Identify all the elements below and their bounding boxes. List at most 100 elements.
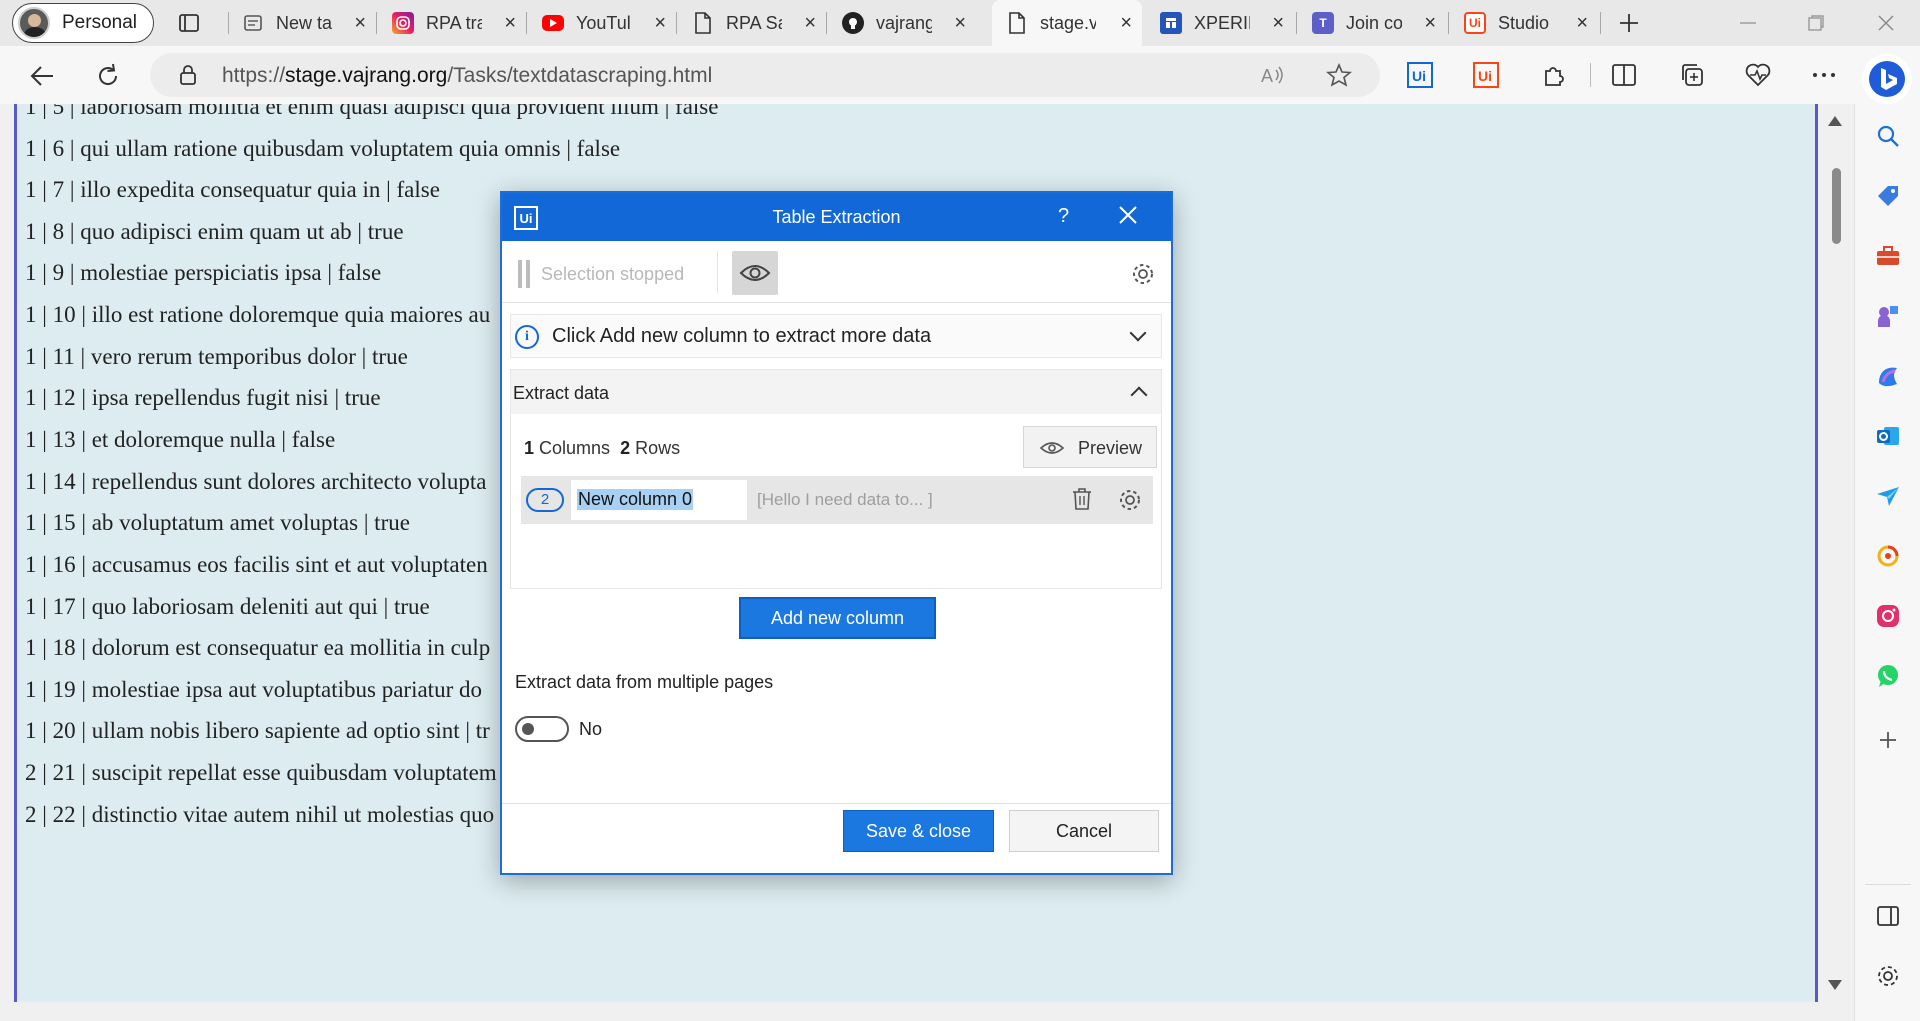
column-row[interactable]: 2 New column 0 [Hello I need data to... …: [521, 476, 1153, 524]
window-close-button[interactable]: [1856, 0, 1916, 46]
add-sidebar-app-icon[interactable]: [1872, 724, 1904, 756]
profile-button[interactable]: Personal: [12, 3, 154, 43]
column-settings-gear-icon[interactable]: [1117, 487, 1143, 518]
tab-github[interactable]: vajrang ×: [828, 0, 976, 46]
preview-label: Preview: [1078, 438, 1143, 458]
address-bar[interactable]: https://stage.vajrang.org/Tasks/textdata…: [150, 53, 1380, 97]
close-icon: [1878, 15, 1894, 31]
scroll-down-arrow-icon[interactable]: [1828, 980, 1842, 990]
tab-youtube[interactable]: YouTul ×: [528, 0, 676, 46]
outlook-icon[interactable]: [1872, 420, 1904, 452]
tab-new-tab[interactable]: New ta ×: [228, 0, 376, 46]
highlight-toggle-button[interactable]: [732, 251, 778, 295]
tab-actions-icon: [179, 14, 199, 32]
dialog-close-button[interactable]: [1114, 202, 1142, 230]
close-icon[interactable]: ×: [1576, 13, 1588, 33]
list-item: 1 | 9 | molestiae perspiciatis ipsa | fa…: [25, 260, 382, 285]
pause-icon[interactable]: [518, 260, 532, 288]
page-icon: [692, 12, 714, 34]
tools-briefcase-icon[interactable]: [1872, 240, 1904, 272]
extract-data-header[interactable]: Extract data: [511, 370, 1161, 414]
help-button[interactable]: ?: [1058, 205, 1069, 228]
browser-essentials-icon[interactable]: [1742, 59, 1774, 91]
copilot-button[interactable]: [1862, 54, 1912, 104]
page-icon: [1006, 12, 1028, 34]
minimize-button[interactable]: [1718, 0, 1778, 46]
list-item: 1 | 8 | quo adipisci enim quam ut ab | t…: [25, 219, 404, 244]
tab-stage-active[interactable]: stage.v ×: [992, 0, 1142, 46]
uipath-extension-orange-icon[interactable]: Ui: [1470, 59, 1502, 91]
close-icon[interactable]: ×: [1272, 13, 1284, 33]
delete-column-trash-icon[interactable]: [1071, 487, 1093, 516]
add-new-column-button[interactable]: Add new column: [739, 597, 936, 639]
svg-text:Ui: Ui: [1412, 68, 1426, 84]
multi-page-toggle[interactable]: [515, 716, 569, 742]
close-icon[interactable]: ×: [804, 13, 816, 33]
new-tab-button[interactable]: [1614, 8, 1644, 38]
tab-label: Join co: [1346, 12, 1402, 33]
games-icon[interactable]: [1872, 300, 1904, 332]
uipath-extension-blue-icon[interactable]: Ui: [1404, 59, 1436, 91]
close-icon[interactable]: ×: [654, 13, 666, 33]
tab-xperience[interactable]: XPERIE ×: [1146, 0, 1294, 46]
list-item: 1 | 19 | molestiae ipsa aut voluptatibus…: [25, 677, 482, 702]
hide-sidebar-icon[interactable]: [1872, 900, 1904, 932]
scrollbar-thumb[interactable]: [1832, 168, 1841, 244]
close-icon[interactable]: ×: [954, 13, 966, 33]
tab-label: XPERIE: [1194, 12, 1250, 33]
column-name-input[interactable]: New column 0: [571, 480, 747, 520]
refresh-button[interactable]: [90, 58, 126, 94]
navigation-bar: https://stage.vajrang.org/Tasks/textdata…: [0, 46, 1920, 104]
site-icon: [1160, 12, 1182, 34]
chevron-up-icon[interactable]: [1130, 386, 1148, 404]
settings-gear-icon[interactable]: [1130, 261, 1156, 292]
teams-icon: T: [1312, 12, 1334, 34]
url-text[interactable]: https://stage.vajrang.org/Tasks/textdata…: [222, 64, 712, 88]
restore-button[interactable]: [1786, 0, 1846, 46]
lock-icon[interactable]: [178, 64, 198, 91]
sidebar-search-icon[interactable]: [1872, 120, 1904, 152]
save-and-close-button[interactable]: Save & close: [843, 810, 994, 852]
circular-app-icon[interactable]: [1872, 540, 1904, 572]
whatsapp-icon[interactable]: [1872, 660, 1904, 692]
more-options-icon[interactable]: [1808, 59, 1840, 91]
extract-data-panel: Extract data 1 Columns 2 Rows Preview 2 …: [510, 369, 1162, 589]
tab-rpa-training[interactable]: RPA tra ×: [378, 0, 526, 46]
chevron-down-icon[interactable]: [1129, 324, 1147, 342]
tab-studio[interactable]: Ui Studio ×: [1450, 0, 1598, 46]
split-screen-icon[interactable]: [1608, 59, 1640, 91]
minimize-icon: [1740, 22, 1756, 24]
tab-teams[interactable]: T Join co ×: [1298, 0, 1446, 46]
extensions-icon[interactable]: [1538, 59, 1570, 91]
send-plane-icon[interactable]: [1872, 480, 1904, 512]
close-icon[interactable]: ×: [1424, 13, 1436, 33]
info-banner[interactable]: i Click Add new column to extract more d…: [510, 314, 1162, 358]
back-button[interactable]: [24, 58, 60, 94]
list-item: 1 | 17 | quo laboriosam deleniti aut qui…: [25, 594, 430, 619]
cancel-button[interactable]: Cancel: [1009, 810, 1159, 852]
dialog-title-bar[interactable]: Ui Table Extraction ?: [502, 193, 1171, 241]
vertical-scrollbar[interactable]: [1822, 104, 1850, 1002]
instagram-icon[interactable]: [1872, 600, 1904, 632]
column-sample-value: [Hello I need data to... ]: [757, 490, 933, 509]
close-icon[interactable]: ×: [1120, 13, 1132, 33]
favorite-star-icon[interactable]: [1325, 62, 1353, 92]
info-message: Click Add new column to extract more dat…: [552, 325, 932, 347]
multi-page-label: Extract data from multiple pages: [515, 672, 774, 692]
sidebar-settings-gear-icon[interactable]: [1872, 960, 1904, 992]
shopping-tag-icon[interactable]: [1872, 180, 1904, 212]
tab-rpa-sample[interactable]: RPA Sa ×: [678, 0, 826, 46]
instagram-icon: [392, 12, 414, 34]
tab-actions-button[interactable]: [174, 8, 204, 38]
github-icon: [842, 12, 864, 34]
copilot-icon[interactable]: [1872, 360, 1904, 392]
preview-button[interactable]: Preview: [1023, 426, 1157, 468]
close-icon[interactable]: ×: [354, 13, 366, 33]
read-aloud-icon[interactable]: A: [1260, 63, 1286, 92]
selection-toolbar: Selection stopped: [502, 241, 1171, 303]
collections-icon[interactable]: [1676, 59, 1708, 91]
dialog-footer: Save & close Cancel: [502, 803, 1171, 873]
scroll-up-arrow-icon[interactable]: [1828, 116, 1842, 126]
close-icon[interactable]: ×: [504, 13, 516, 33]
list-item: 1 | 20 | ullam nobis libero sapiente ad …: [25, 718, 490, 743]
